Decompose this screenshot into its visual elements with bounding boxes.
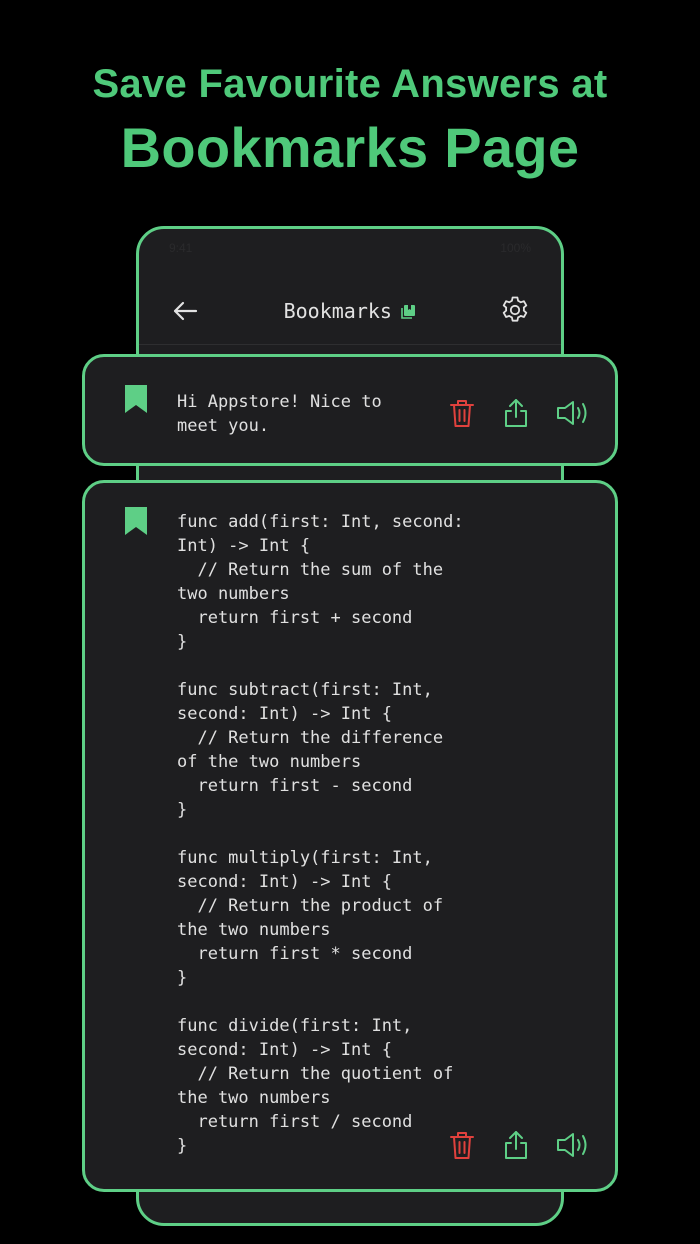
status-bar: 9:41 100%	[169, 241, 531, 261]
share-icon[interactable]	[501, 397, 531, 429]
trash-icon[interactable]	[447, 397, 477, 429]
nav-title-wrap: Bookmarks	[139, 299, 561, 323]
promo-headline-line1: Save Favourite Answers at	[92, 62, 608, 106]
promo-headline-line2: Bookmarks Page	[120, 116, 580, 179]
status-battery: 100%	[500, 241, 531, 255]
speaker-icon[interactable]	[555, 397, 593, 429]
page-title: Bookmarks	[283, 299, 392, 323]
bookmark-icon[interactable]	[123, 383, 149, 415]
status-time: 9:41	[169, 241, 193, 255]
gear-icon[interactable]	[499, 294, 531, 326]
share-icon[interactable]	[501, 1129, 531, 1161]
header-divider	[139, 344, 561, 345]
bookmark-actions	[447, 1129, 597, 1161]
bookmark-icon[interactable]	[123, 505, 149, 537]
bookmark-card: Hi Appstore! Nice to meet you.	[82, 354, 618, 466]
bookmark-card: func add(first: Int, second: Int) -> Int…	[82, 480, 618, 1192]
bookmarks-stack-icon	[401, 305, 416, 319]
bookmark-text: func add(first: Int, second: Int) -> Int…	[177, 512, 464, 1156]
bookmark-actions	[447, 397, 597, 429]
trash-icon[interactable]	[447, 1129, 477, 1161]
bookmark-text: Hi Appstore! Nice to meet you.	[177, 392, 382, 436]
speaker-icon[interactable]	[555, 1129, 593, 1161]
